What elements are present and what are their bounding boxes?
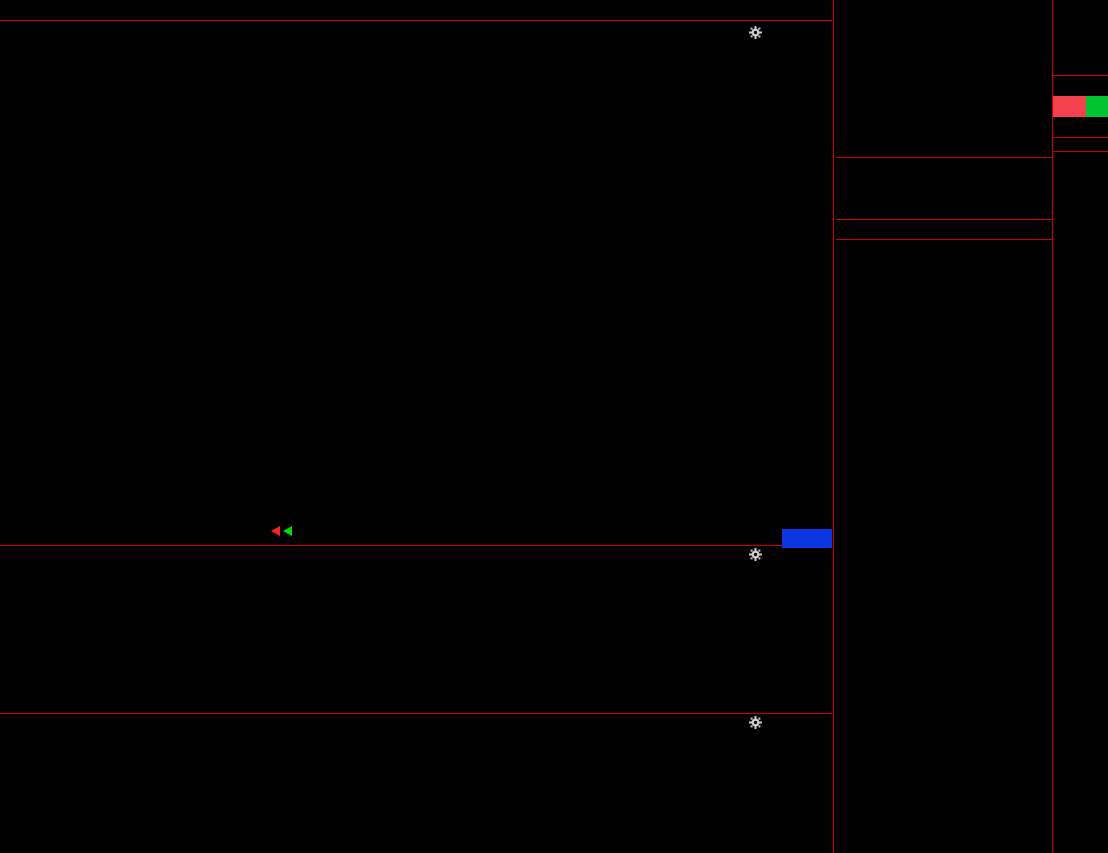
strip-divider [1053, 137, 1108, 138]
price-axis [780, 21, 832, 547]
panel-divider [833, 0, 834, 853]
trading-terminal [0, 0, 1108, 853]
mainforce-chart[interactable] [0, 714, 832, 853]
osc-axis [780, 546, 832, 714]
osc-toolbar [742, 548, 776, 561]
buy-sell-ratio-badge [1053, 96, 1108, 117]
strip-divider [1053, 151, 1108, 152]
red-flag-marker-icon [271, 526, 280, 536]
main-chart-toolbar [749, 26, 776, 39]
candlestick-chart[interactable] [0, 21, 832, 547]
tick-list[interactable] [836, 241, 1052, 853]
indicator-panel-zhuli [0, 714, 832, 853]
tick-list-header [836, 219, 1052, 240]
green-flag-marker-icon [283, 526, 292, 536]
settings-gear-icon[interactable] [749, 548, 762, 561]
weibi-row [1053, 54, 1108, 75]
ml-toolbar [742, 716, 776, 729]
quote-divider [836, 157, 1052, 158]
oscillator-chart[interactable] [0, 546, 832, 714]
ml-axis [780, 714, 832, 853]
total-sell-label [1053, 76, 1108, 97]
indicator-panel-bulao [0, 546, 832, 714]
settings-gear-icon[interactable] [749, 26, 762, 39]
tab-bar [842, 29, 1050, 53]
ratio-green-part [1086, 96, 1108, 117]
settings-gear-icon[interactable] [749, 716, 762, 729]
total-buy-label [1053, 117, 1108, 138]
order-book-strip [1052, 0, 1108, 853]
main-chart-panel [0, 20, 832, 546]
